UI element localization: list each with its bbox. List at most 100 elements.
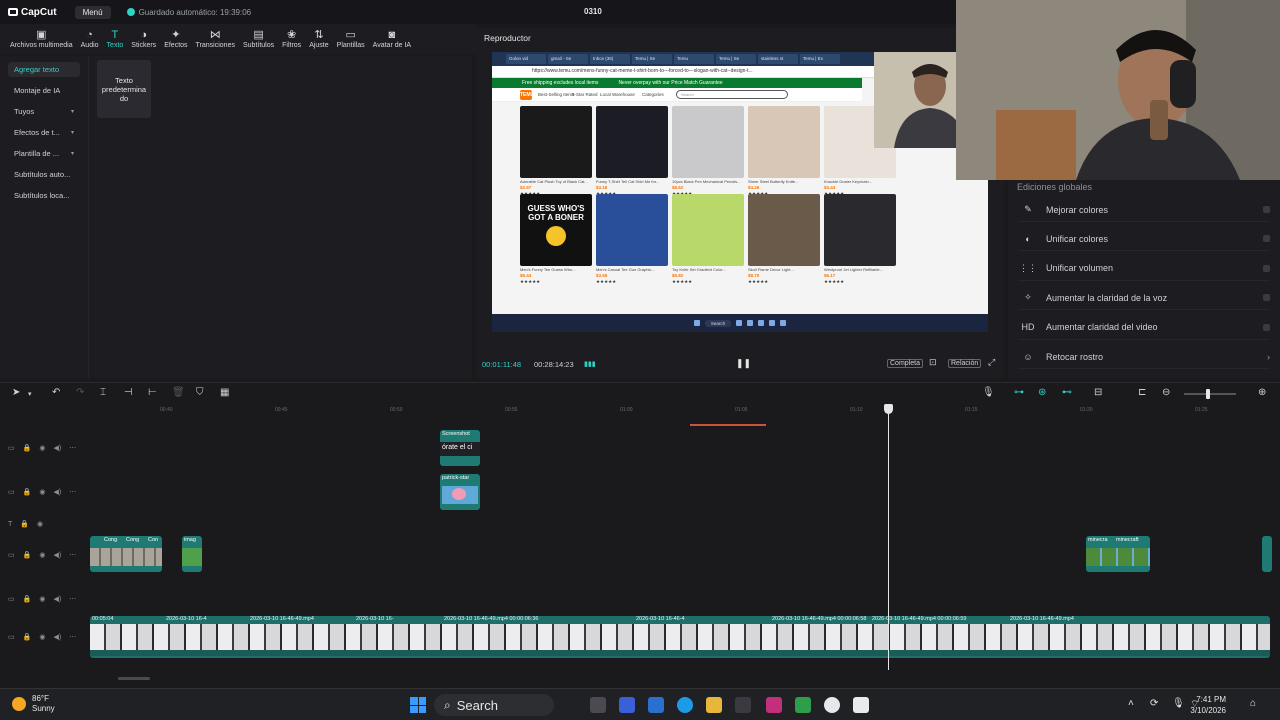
zoom-slider-knob[interactable] — [1206, 389, 1210, 399]
nav-item[interactable]: Tuyos ▾ — [8, 104, 80, 119]
eye-icon[interactable]: ◉ — [39, 551, 45, 559]
tool-audio[interactable]: ◔ Audio — [77, 24, 103, 54]
nav-item[interactable]: Efectos de t... ▾ — [8, 125, 80, 140]
caption-icon[interactable]: ⊏ — [1138, 387, 1146, 398]
full-quality-button[interactable]: Completa — [887, 359, 923, 368]
global-edit-item[interactable]: HD Aumentar claridad del video — [1018, 316, 1270, 340]
tool-adjust[interactable]: ⇅ Ajuste — [305, 24, 332, 54]
undo-icon[interactable]: ↶ — [52, 387, 60, 398]
timeline-scrollbar[interactable] — [118, 677, 150, 680]
toggle[interactable] — [1263, 206, 1270, 213]
lock-icon[interactable]: 🔒 — [23, 595, 32, 603]
menu-button[interactable]: Menú — [74, 5, 111, 19]
task-view-icon[interactable] — [590, 697, 606, 713]
taskbar-search[interactable]: ⌕ Search — [434, 694, 554, 716]
redo-icon[interactable]: ↷ — [76, 387, 84, 398]
project-name[interactable]: 0310 — [584, 7, 602, 16]
speaker-icon[interactable]: ◀) — [53, 444, 61, 452]
more-icon[interactable]: ⋯ — [69, 633, 76, 641]
eye-icon[interactable]: ◉ — [37, 520, 43, 528]
nav-item[interactable]: Agregar texto — [8, 62, 80, 77]
tool-text[interactable]: T Texto — [103, 24, 128, 54]
more-icon[interactable]: ⋯ — [69, 595, 76, 603]
instagram-app-icon[interactable] — [766, 697, 782, 713]
xbox-app-icon[interactable] — [795, 697, 811, 713]
toggle[interactable] — [1263, 235, 1270, 243]
link-icon[interactable]: ⊷ — [1062, 387, 1072, 398]
capcut-app-icon[interactable] — [853, 697, 869, 713]
fullscreen-icon[interactable]: ⤢ — [988, 357, 995, 368]
shield-icon[interactable]: ⛉ — [196, 387, 204, 398]
nav-item[interactable]: Plantilla de ... ▾ — [8, 146, 80, 161]
chevron-up-icon[interactable]: ˄ — [1128, 698, 1134, 709]
screenshot-clip[interactable]: Screenshot órate el ci — [440, 430, 480, 466]
image-clip[interactable]: imag — [182, 536, 202, 572]
split-left-icon[interactable]: ⊣ — [124, 387, 133, 398]
more-icon[interactable]: ⋯ — [69, 444, 76, 452]
tool-effects[interactable]: ✦ Efectos — [160, 24, 191, 54]
lock-icon[interactable]: 🔒 — [23, 633, 32, 641]
toggle[interactable] — [1263, 264, 1270, 272]
preview-axis-icon[interactable]: ⊟ — [1094, 387, 1102, 398]
link-main-track-icon[interactable]: ⊶ — [1014, 387, 1024, 398]
windows-start-icon[interactable] — [410, 697, 426, 713]
screenshot-icon[interactable]: ⊡ — [929, 357, 937, 368]
default-text-card[interactable]: Texto predetermina do — [97, 60, 151, 118]
eye-icon[interactable]: ◉ — [39, 633, 45, 641]
aspect-ratio-button[interactable]: Relación — [948, 359, 982, 368]
more-icon[interactable]: ⋯ — [69, 551, 76, 559]
tool-avatar[interactable]: ◙ Avatar de IA — [369, 24, 415, 54]
tool-subtitles[interactable]: ▤ Subtítulos — [239, 24, 278, 54]
patrick-clip[interactable]: patrick-star — [440, 474, 480, 510]
zoom-slider-track[interactable] — [1184, 393, 1236, 395]
eye-icon[interactable]: ◉ — [39, 444, 45, 452]
global-edit-item[interactable]: ◐ Unificar colores — [1018, 227, 1270, 252]
magnet-icon[interactable]: ⊛ — [1038, 387, 1046, 398]
minecraft-clip[interactable]: minecra minecraft — [1086, 536, 1150, 572]
notification-icon[interactable]: ⌂ — [1250, 698, 1256, 709]
tool-transitions[interactable]: ⋈ Transiciones — [192, 24, 239, 54]
lock-icon[interactable]: 🔒 — [23, 488, 32, 496]
zoom-out-icon[interactable]: ⊖ — [1162, 387, 1170, 398]
nav-item[interactable]: Subtítulos auto... — [8, 167, 80, 182]
nav-item[interactable]: Subtítulos loca... — [8, 188, 80, 203]
image-icon[interactable]: ▦ — [220, 387, 229, 398]
speaker-icon[interactable]: ◀) — [53, 488, 61, 496]
microphone-icon[interactable]: 🎙 — [982, 387, 995, 398]
global-edit-item[interactable]: ✧ Aumentar la claridad de la voz — [1018, 286, 1270, 311]
split-icon[interactable]: ⌶ — [100, 387, 106, 398]
zoom-app-icon[interactable] — [619, 697, 635, 713]
chrome-app-icon[interactable] — [824, 697, 840, 713]
global-edit-item[interactable]: ⋮⋮ Unificar volumen — [1018, 257, 1270, 281]
taskbar-clock[interactable]: 7:41 PM 3/10/2026 — [1180, 694, 1226, 716]
toggle[interactable] — [1263, 294, 1270, 302]
edge-browser-icon[interactable] — [677, 697, 693, 713]
weather-widget[interactable]: 86°F Sunny — [12, 694, 55, 714]
lock-icon[interactable]: 🔒 — [23, 551, 32, 559]
network-icon[interactable]: ⟳ — [1150, 698, 1158, 709]
playhead[interactable] — [884, 404, 893, 670]
store-app-icon[interactable] — [735, 697, 751, 713]
tool-filters[interactable]: ❀ Filtros — [278, 24, 305, 54]
cong-clip[interactable]: Cong Cong Con — [90, 536, 162, 572]
preview-screen[interactable]: Golon vid gmail - Se Inbox (36) Temu | Se Te… — [492, 52, 988, 332]
select-tool-icon[interactable]: ➤ — [12, 387, 20, 398]
eye-icon[interactable]: ◉ — [39, 488, 45, 496]
eye-icon[interactable]: ◉ — [39, 595, 45, 603]
toggle[interactable] — [1263, 323, 1270, 331]
tool-media[interactable]: ▣ Archivos multimedia — [6, 24, 77, 54]
chevron-down-icon[interactable]: ▾ — [28, 390, 32, 398]
tool-templates[interactable]: ▭ Plantillas — [333, 24, 369, 54]
tool-stickers[interactable]: ◑ Stickers — [127, 24, 160, 54]
delete-icon[interactable]: 🗑 — [172, 387, 185, 398]
zoom-fit-icon[interactable]: ⊕ — [1258, 387, 1266, 398]
split-right-icon[interactable]: ⊢ — [148, 387, 157, 398]
speaker-icon[interactable]: ◀) — [53, 595, 61, 603]
mail-app-icon[interactable] — [648, 697, 664, 713]
speaker-icon[interactable]: ◀) — [53, 633, 61, 641]
lock-icon[interactable]: 🔒 — [20, 520, 29, 528]
more-icon[interactable]: ⋯ — [69, 488, 76, 496]
global-edit-item[interactable]: ✎ Mejorar colores — [1018, 198, 1270, 222]
timeline-ruler[interactable]: 00:40 00:45 00:50 00:55 01:00 01:05 01:10 01:15… — [90, 404, 1280, 418]
pause-icon[interactable]: ❚❚ — [736, 358, 751, 369]
